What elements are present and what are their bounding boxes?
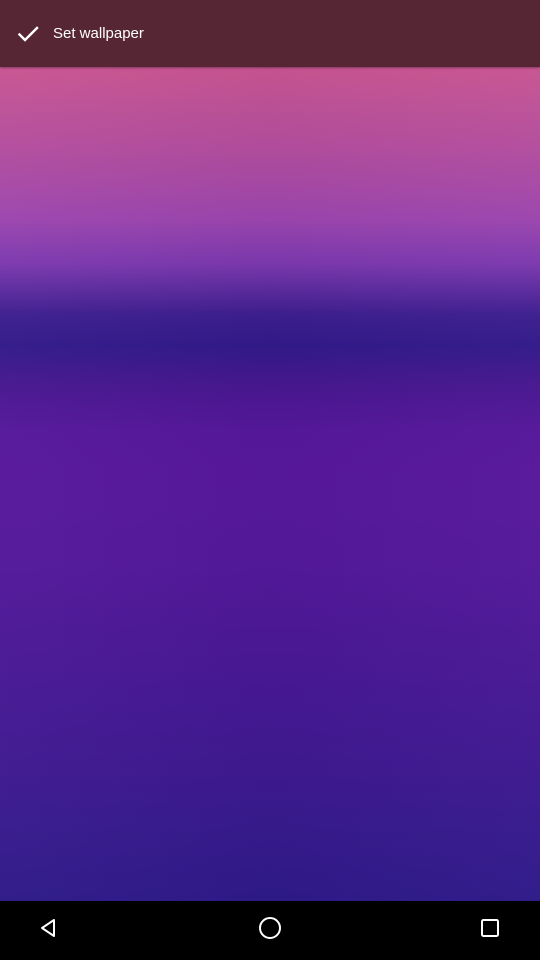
back-icon (36, 916, 60, 945)
action-bar: Set wallpaper (0, 0, 540, 67)
navigation-bar (0, 901, 540, 960)
wallpaper-preview-screen: Set wallpaper (0, 0, 540, 960)
check-icon (16, 22, 40, 46)
wallpaper-preview (0, 0, 540, 901)
recents-button[interactable] (445, 901, 535, 960)
set-wallpaper-button[interactable]: Set wallpaper (0, 0, 162, 67)
recents-icon (479, 917, 501, 944)
home-button[interactable] (225, 901, 315, 960)
set-wallpaper-label: Set wallpaper (53, 25, 144, 42)
home-icon (257, 915, 283, 946)
back-button[interactable] (3, 901, 93, 960)
